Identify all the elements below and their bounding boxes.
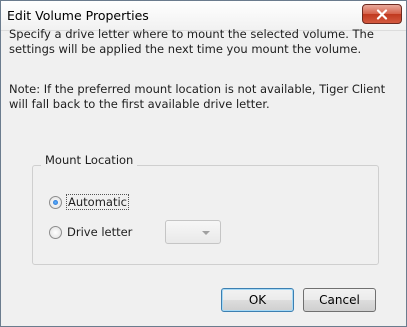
dialog-window: Edit Volume Properties Specify a drive l…: [0, 0, 407, 327]
mount-location-group: [32, 165, 379, 265]
drive-letter-select[interactable]: [165, 220, 221, 244]
drive-letter-radio-option[interactable]: Drive letter: [49, 225, 132, 239]
cancel-button[interactable]: Cancel: [303, 288, 376, 312]
window-title: Edit Volume Properties: [7, 8, 149, 23]
drive-letter-radio[interactable]: [49, 225, 62, 239]
close-button[interactable]: [362, 4, 402, 24]
note-text: Note: If the preferred mount location is…: [9, 82, 386, 111]
automatic-radio-option[interactable]: Automatic: [49, 194, 129, 210]
chevron-down-icon: [202, 231, 210, 235]
mount-location-label: Mount Location: [41, 153, 138, 167]
drive-letter-label: Drive letter: [67, 225, 133, 239]
ok-button[interactable]: OK: [221, 288, 294, 312]
automatic-label: Automatic: [66, 194, 129, 210]
automatic-radio[interactable]: [49, 195, 62, 209]
close-icon: [376, 8, 388, 20]
instruction-text: Specify a drive letter where to mount th…: [9, 27, 374, 56]
